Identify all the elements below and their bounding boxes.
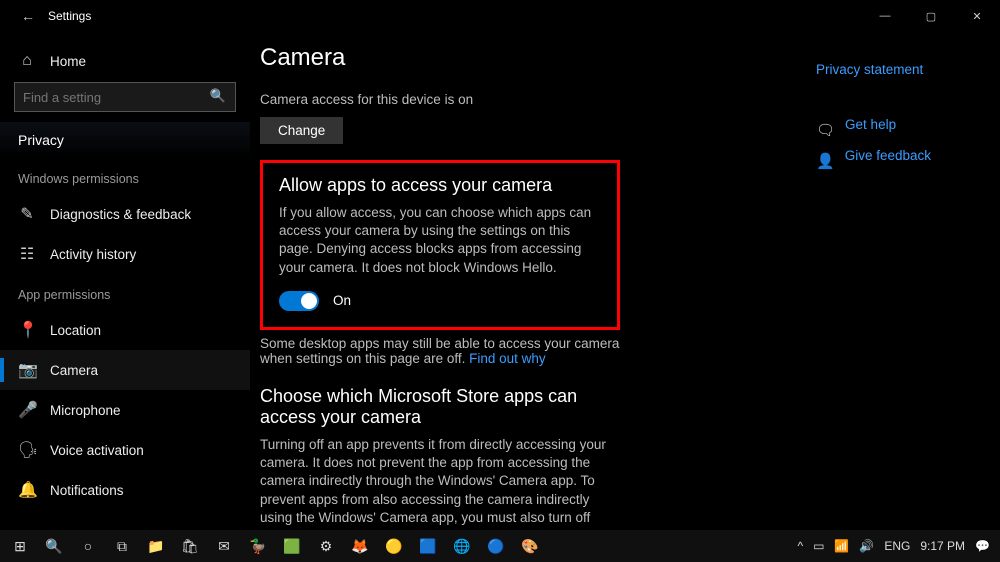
paint-icon[interactable]: 🎨 — [514, 532, 546, 560]
windows-permissions-category: Windows permissions — [0, 158, 250, 194]
camera-icon: 📷 — [18, 360, 36, 380]
choose-apps-description: Turning off an app prevents it from dire… — [260, 436, 620, 530]
notifications-icon: 🔔 — [18, 480, 36, 500]
app-permissions-category: App permissions — [0, 274, 250, 310]
taskview-icon[interactable]: ⧉ — [106, 532, 138, 560]
access-status: Camera access for this device is on — [260, 92, 770, 107]
titlebar: ← Settings — ▢ ✕ — [0, 0, 1000, 32]
system-tray[interactable]: ^ ▭ 📶 🔊 ENG 9:17 PM 💬 — [797, 539, 996, 553]
minimize-button[interactable]: — — [862, 0, 908, 32]
wifi-icon[interactable]: 📶 — [834, 539, 849, 553]
allow-apps-section: Allow apps to access your camera If you … — [260, 160, 620, 330]
search-icon: 🔍 — [210, 88, 226, 104]
feedback-icon: 👤 — [816, 152, 835, 170]
sidebar-item-camera[interactable]: 📷 Camera — [0, 350, 250, 390]
allow-apps-toggle-label: On — [333, 293, 351, 308]
aside-panel: Privacy statement 🗨 Get help 👤 Give feedba… — [800, 32, 1000, 530]
taskbar: ⊞ 🔍 ○ ⧉ 📁 🛍 ✉ 🦆 🟩 ⚙ 🦊 🟡 🟦 🌐 🔵 🎨 ^ ▭ 📶 🔊 … — [0, 530, 1000, 562]
microphone-label: Microphone — [50, 403, 121, 418]
choose-apps-heading: Choose which Microsoft Store apps can ac… — [260, 386, 620, 428]
voice-label: Voice activation — [50, 443, 144, 458]
volume-icon[interactable]: 🔊 — [859, 539, 874, 553]
sidebar-item-microphone[interactable]: 🎤 Microphone — [0, 390, 250, 430]
privacy-statement-link[interactable]: Privacy statement — [816, 62, 984, 77]
change-button[interactable]: Change — [260, 117, 343, 144]
home-label: Home — [50, 54, 86, 69]
voice-icon: 🗣 — [18, 440, 36, 460]
privacy-heading: Privacy — [0, 122, 250, 158]
activity-icon: ☷ — [18, 244, 36, 264]
sidebar-item-location[interactable]: 📍 Location — [0, 310, 250, 350]
sidebar-item-voice[interactable]: 🗣 Voice activation — [0, 430, 250, 470]
explorer-icon[interactable]: 📁 — [140, 532, 172, 560]
chrome-icon[interactable]: 🔵 — [480, 532, 512, 560]
start-button[interactable]: ⊞ — [4, 532, 36, 560]
back-button[interactable]: ← — [8, 8, 48, 24]
allow-apps-description: If you allow access, you can choose whic… — [279, 204, 601, 277]
language-indicator[interactable]: ENG — [884, 539, 910, 553]
tray-chevron-icon[interactable]: ^ — [797, 539, 803, 553]
firefox-icon[interactable]: 🦊 — [344, 532, 376, 560]
battery-icon[interactable]: ▭ — [813, 539, 824, 553]
microphone-icon: 🎤 — [18, 400, 36, 420]
camera-label: Camera — [50, 363, 98, 378]
home-nav[interactable]: ⌂ Home — [0, 42, 250, 80]
home-icon: ⌂ — [18, 52, 36, 70]
search-task-icon[interactable]: 🔍 — [38, 532, 70, 560]
main-content: Camera Camera access for this device is … — [250, 32, 800, 530]
sidebar-item-diagnostics[interactable]: ✎ Diagnostics & feedback — [0, 194, 250, 234]
clock[interactable]: 9:17 PM — [920, 539, 965, 553]
diagnostics-label: Diagnostics & feedback — [50, 207, 191, 222]
msapp-icon[interactable]: 🟦 — [412, 532, 444, 560]
window-title: Settings — [48, 9, 91, 23]
location-icon: 📍 — [18, 320, 36, 340]
get-help-link[interactable]: Get help — [845, 117, 896, 132]
maximize-button[interactable]: ▢ — [908, 0, 954, 32]
search-input[interactable] — [14, 82, 236, 112]
activity-label: Activity history — [50, 247, 136, 262]
allow-apps-heading: Allow apps to access your camera — [279, 175, 601, 196]
close-button[interactable]: ✕ — [954, 0, 1000, 32]
store-icon[interactable]: 🛍 — [174, 532, 206, 560]
help-icon: 🗨 — [816, 121, 835, 139]
diagnostics-icon: ✎ — [18, 204, 36, 224]
desktop-apps-note: Some desktop apps may still be able to a… — [260, 336, 620, 366]
edge-icon[interactable]: 🌐 — [446, 532, 478, 560]
settings-taskbar-icon[interactable]: ⚙ — [310, 532, 342, 560]
allow-apps-toggle[interactable] — [279, 291, 319, 311]
find-out-why-link[interactable]: Find out why — [469, 351, 546, 366]
cortana-icon[interactable]: ○ — [72, 532, 104, 560]
notifications-label: Notifications — [50, 483, 124, 498]
sidebar-item-activity[interactable]: ☷ Activity history — [0, 234, 250, 274]
mail-icon[interactable]: ✉ — [208, 532, 240, 560]
give-feedback-link[interactable]: Give feedback — [845, 148, 931, 163]
action-center-icon[interactable]: 💬 — [975, 539, 990, 553]
chrome-alt-icon[interactable]: 🟡 — [378, 532, 410, 560]
location-label: Location — [50, 323, 101, 338]
sidebar-item-notifications[interactable]: 🔔 Notifications — [0, 470, 250, 510]
app-icon-2[interactable]: 🟩 — [276, 532, 308, 560]
page-title: Camera — [260, 44, 770, 72]
app-icon-1[interactable]: 🦆 — [242, 532, 274, 560]
sidebar: ⌂ Home 🔍 Privacy Windows permissions ✎ D… — [0, 32, 250, 530]
